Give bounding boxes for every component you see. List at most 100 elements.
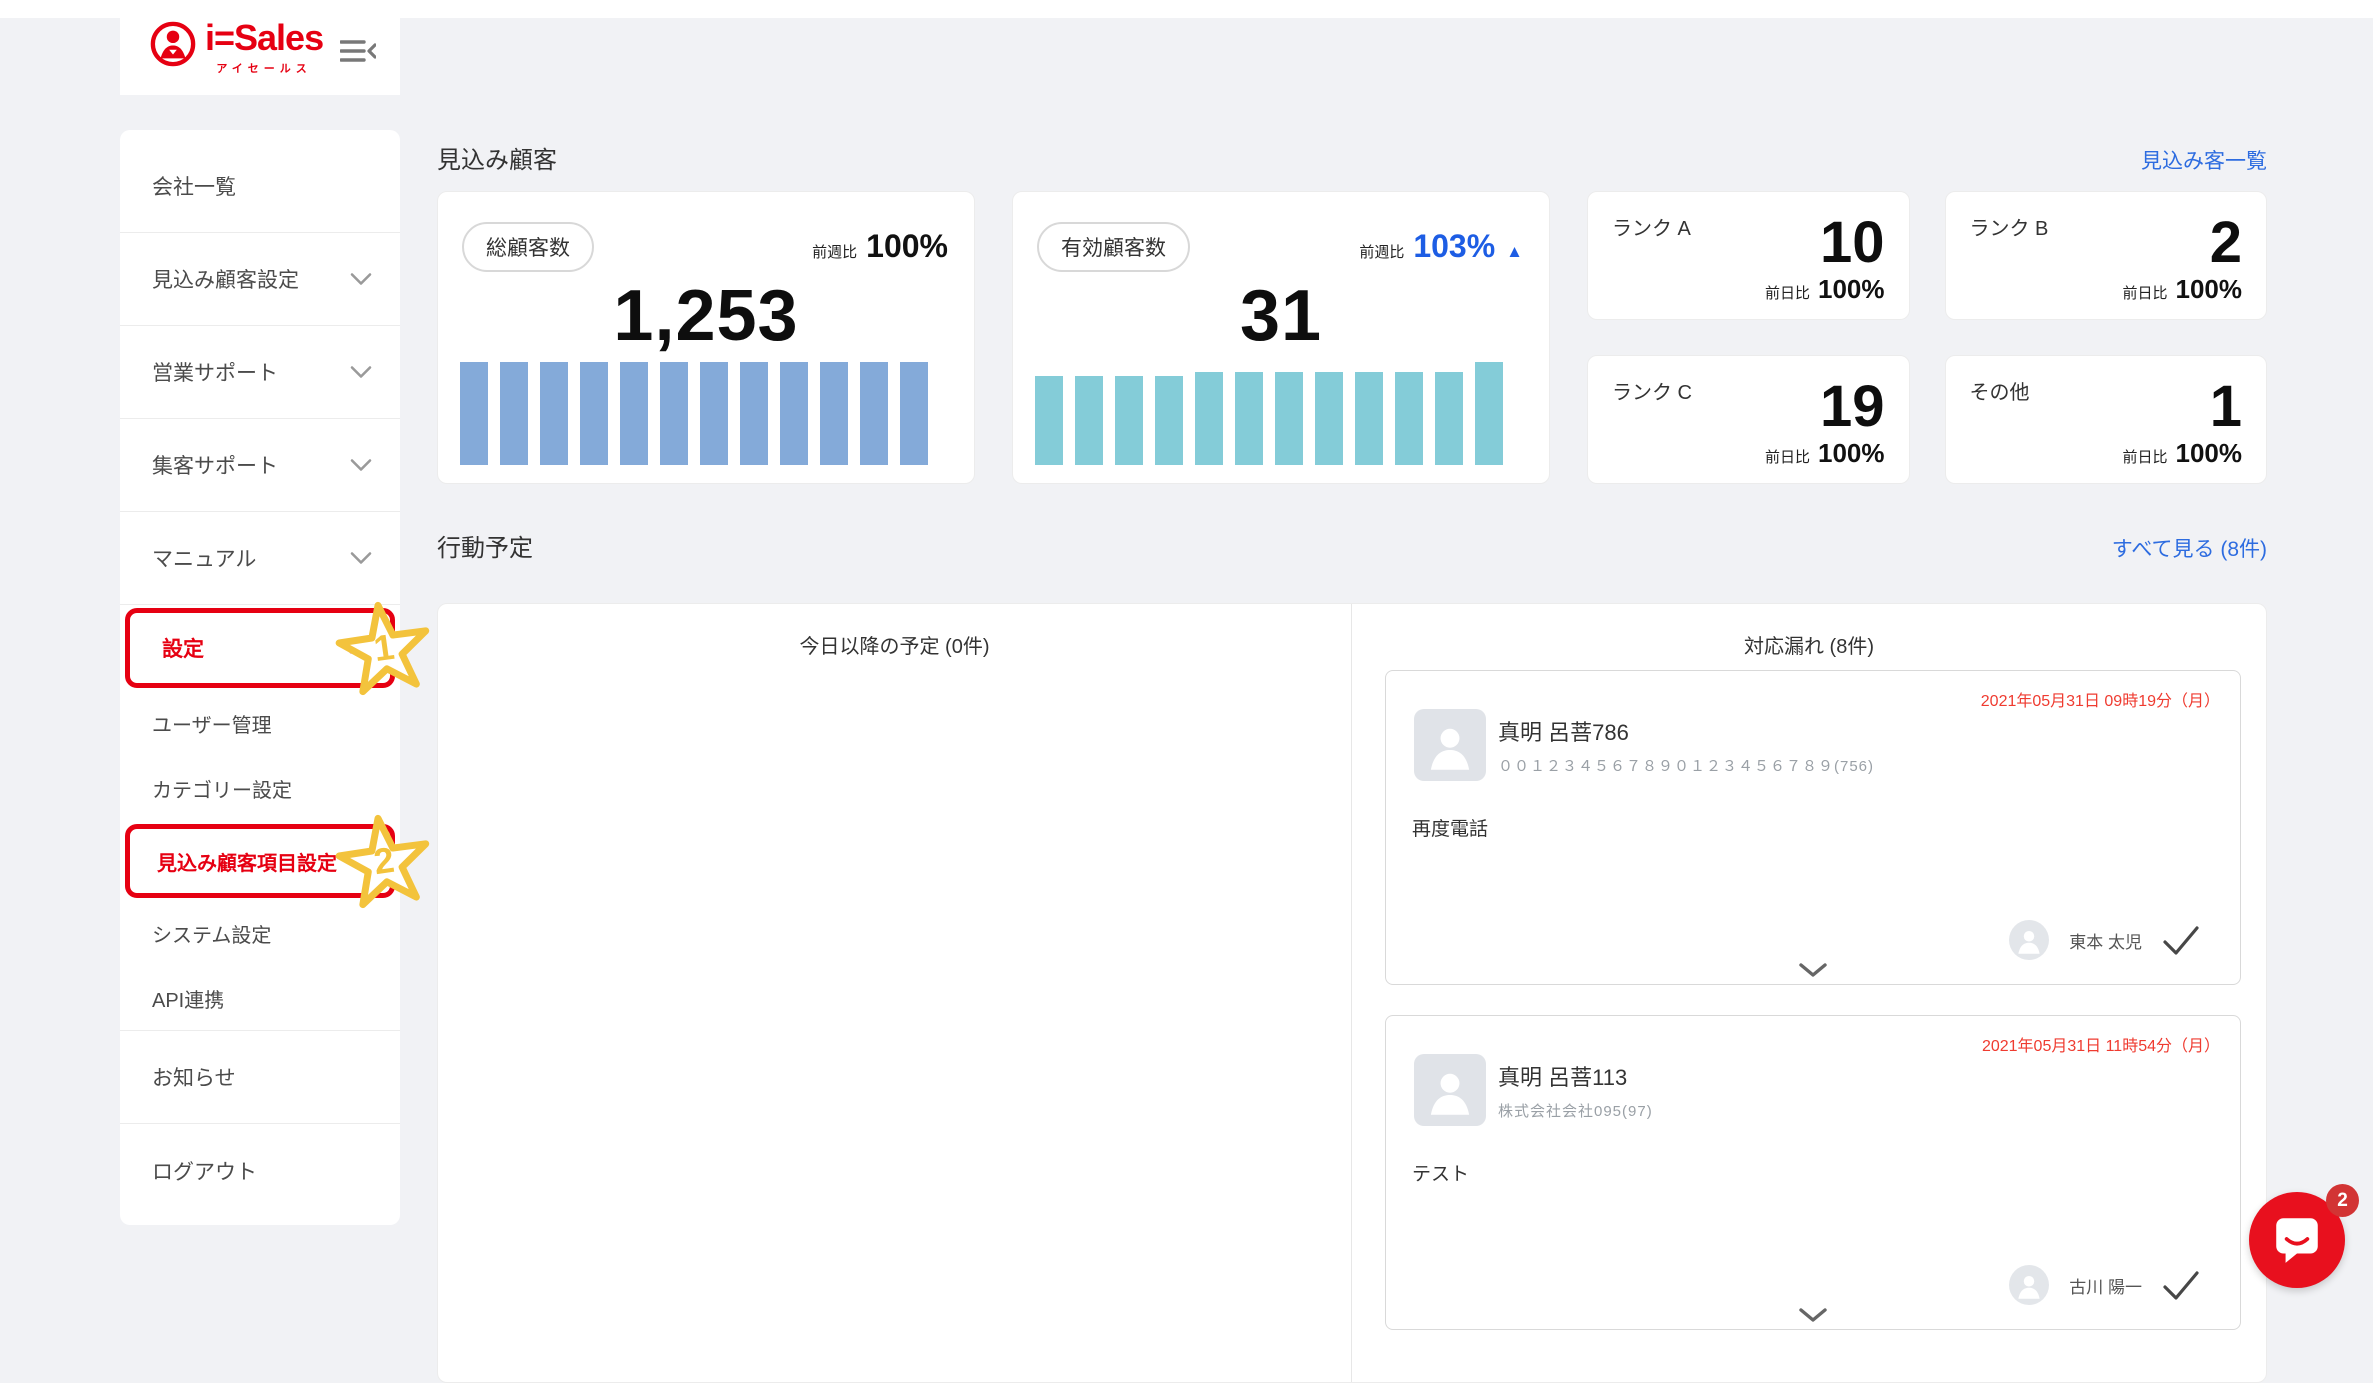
- rank-value: 1: [2210, 378, 2242, 436]
- compare-value: 100%: [1818, 274, 1885, 305]
- prospect-list-link[interactable]: 見込み客一覧: [2141, 145, 2267, 175]
- active-customers-card: 有効顧客数 前週比 103% ▲ 31: [1012, 191, 1550, 484]
- day-compare: 前日比 100%: [1765, 274, 1885, 305]
- compare-value: 100%: [866, 228, 948, 265]
- complete-check-icon[interactable]: [2162, 925, 2200, 956]
- card-datetime: 2021年05月31日 09時19分（月）: [1981, 687, 2220, 711]
- logo-text: i=Sales: [205, 18, 323, 58]
- missed-card[interactable]: 2021年05月31日 09時19分（月）真明 呂菩786００１２３４５６７８９…: [1385, 670, 2241, 985]
- expand-chevron-icon[interactable]: [1798, 1307, 1828, 1323]
- sidebar-item[interactable]: 設定 1: [125, 608, 395, 688]
- main-content: 見込み顧客 見込み客一覧 総顧客数 前週比 100% 1,253 有効顧客数 前…: [437, 140, 2267, 1383]
- rank-label: ランク B: [1970, 212, 2243, 241]
- see-all-link[interactable]: すべて見る (8件): [2112, 533, 2267, 563]
- sidebar-item-label: 集客サポート: [152, 450, 278, 480]
- compare-value: 100%: [2176, 438, 2243, 469]
- day-compare: 前日比 100%: [2122, 274, 2242, 305]
- sidebar-item[interactable]: カテゴリー設定: [120, 756, 400, 821]
- customer-avatar: [1414, 1054, 1486, 1126]
- day-compare: 前日比100%: [2122, 438, 2242, 469]
- action-note: テスト: [1412, 1159, 1469, 1186]
- bar: [1315, 372, 1343, 465]
- sidebar-item[interactable]: お知らせ: [120, 1031, 400, 1124]
- chat-button[interactable]: 2: [2249, 1192, 2345, 1288]
- bar: [540, 362, 568, 465]
- missed-column: 対応漏れ (8件) 2021年05月31日 09時19分（月）真明 呂菩786０…: [1352, 604, 2266, 1382]
- prospect-cards-row: 総顧客数 前週比 100% 1,253 有効顧客数 前週比 103% ▲ 31 …: [437, 191, 2267, 484]
- active-customers-bar-chart: [1035, 362, 1503, 465]
- sidebar-item[interactable]: マニュアル: [120, 512, 400, 605]
- prospect-header: 見込み顧客 見込み客一覧: [437, 140, 2267, 175]
- logo: i=Sales アイセールス: [150, 18, 323, 76]
- bar: [700, 362, 728, 465]
- compare-label: 前日比: [1765, 282, 1810, 303]
- bar: [1155, 376, 1183, 465]
- chevron-down-icon: [340, 642, 362, 655]
- missed-list: 2021年05月31日 09時19分（月）真明 呂菩786００１２３４５６７８９…: [1385, 670, 2241, 1330]
- chevron-down-icon: [350, 552, 372, 565]
- rank-grid: ランク A10前日比100%ランク B2前日比100%ランク C19前日比100…: [1587, 191, 2267, 484]
- rank-value: 10: [1820, 214, 1885, 272]
- bar: [780, 362, 808, 465]
- total-customers-badge: 総顧客数: [462, 222, 594, 272]
- chevron-down-icon: [350, 459, 372, 472]
- rank-card: その他1前日比100%: [1945, 355, 2268, 484]
- chevron-down-icon: [350, 366, 372, 379]
- customer-contact: ００１２３４５６７８９０１２３４５６７８９(756): [1498, 755, 1874, 776]
- rank-label: その他: [1970, 376, 2243, 405]
- assignee-avatar: [2009, 1265, 2049, 1305]
- logo-person-icon: [150, 21, 196, 67]
- sidebar-item-label: 見込み顧客設定: [152, 264, 299, 294]
- bar: [1395, 372, 1423, 465]
- rank-card: ランク C19前日比100%: [1587, 355, 1910, 484]
- sidebar-item-label: システム設定: [152, 919, 271, 948]
- sidebar-item-label: 設定: [162, 633, 204, 663]
- bar: [860, 362, 888, 465]
- sidebar-item-label: マニュアル: [152, 543, 256, 573]
- compare-value: 100%: [2176, 274, 2243, 305]
- week-compare: 前週比 103% ▲: [1359, 228, 1523, 265]
- bar: [1075, 376, 1103, 465]
- schedule-title: 行動予定: [437, 528, 533, 563]
- complete-check-icon[interactable]: [2162, 1270, 2200, 1301]
- sidebar-item[interactable]: 会社一覧: [120, 140, 400, 233]
- assignee-row: 東本 太児: [2009, 920, 2200, 960]
- customer-name: 真明 呂菩113: [1498, 1060, 1627, 1092]
- active-customers-badge: 有効顧客数: [1037, 222, 1190, 272]
- sidebar-item[interactable]: 見込み顧客設定: [120, 233, 400, 326]
- rank-value: 2: [2210, 214, 2242, 272]
- sidebar-item[interactable]: システム設定: [120, 901, 400, 966]
- sidebar-item[interactable]: 見込み顧客項目設定2: [125, 824, 395, 898]
- missed-card[interactable]: 2021年05月31日 11時54分（月）真明 呂菩113株式会社会社095(9…: [1385, 1015, 2241, 1330]
- assignee-avatar: [2009, 920, 2049, 960]
- sidebar-collapse-icon[interactable]: [340, 38, 376, 66]
- active-customers-value: 31: [1037, 280, 1525, 352]
- bar: [740, 362, 768, 465]
- bar: [1475, 362, 1503, 465]
- svg-text:1: 1: [371, 626, 397, 669]
- compare-value: 100%: [1818, 438, 1885, 469]
- schedule-panel: 今日以降の予定 (0件) 対応漏れ (8件) 2021年05月31日 09時19…: [437, 603, 2267, 1383]
- bar: [580, 362, 608, 465]
- sidebar-item[interactable]: 営業サポート: [120, 326, 400, 419]
- sidebar-menu: 会社一覧見込み顧客設定営業サポート集客サポートマニュアル設定 1 ユーザー管理カテゴ…: [120, 130, 400, 1225]
- sidebar-item[interactable]: 集客サポート: [120, 419, 400, 512]
- week-compare: 前週比 100%: [812, 228, 948, 265]
- sidebar-item-label: カテゴリー設定: [152, 774, 292, 803]
- expand-chevron-icon[interactable]: [1798, 962, 1828, 978]
- rank-card: ランク B2 前日比 100%: [1945, 191, 2268, 320]
- total-customers-bar-chart: [460, 362, 928, 465]
- sidebar-item[interactable]: ログアウト: [120, 1124, 400, 1217]
- chevron-down-icon: [350, 273, 372, 286]
- chat-bubble-icon: [2270, 1213, 2324, 1267]
- sidebar-item[interactable]: ユーザー管理: [120, 691, 400, 756]
- bar: [1195, 372, 1223, 465]
- rank-value: 19: [1820, 378, 1885, 436]
- assignee-row: 古川 陽一: [2009, 1265, 2200, 1305]
- sidebar-item[interactable]: API連携: [120, 966, 400, 1031]
- bar: [1235, 372, 1263, 465]
- assignee-name: 東本 太児: [2069, 928, 2142, 953]
- logo-box: i=Sales アイセールス: [120, 0, 400, 95]
- upcoming-column: 今日以降の予定 (0件): [438, 604, 1352, 1382]
- compare-label: 前日比: [2122, 282, 2167, 303]
